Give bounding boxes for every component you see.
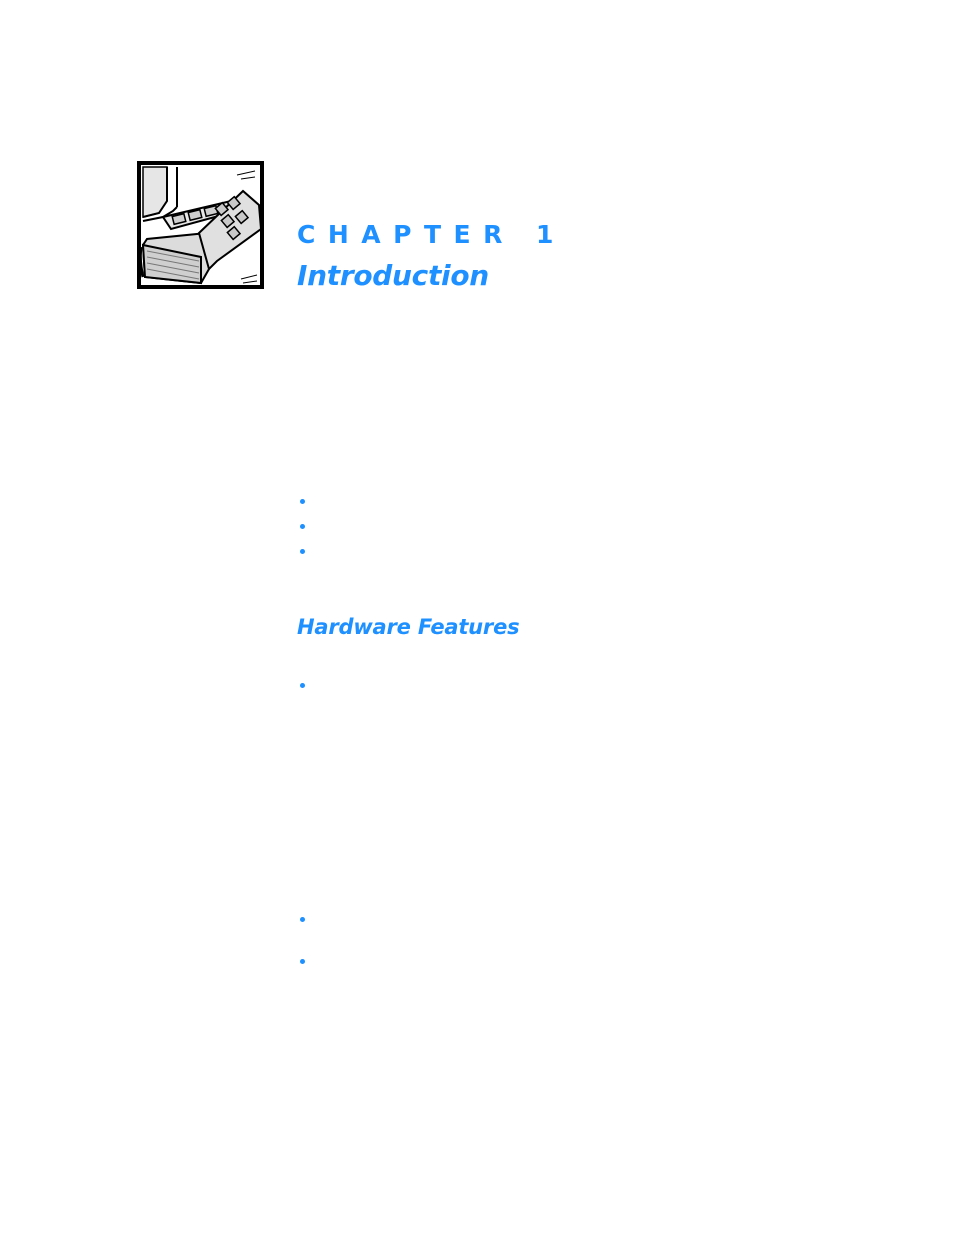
intro-list-bullet bbox=[300, 524, 305, 529]
hardware-list-bullet bbox=[300, 959, 305, 964]
chapter-icon bbox=[137, 161, 264, 289]
hardware-list-bullet bbox=[300, 683, 305, 688]
chapter-title: Introduction bbox=[297, 259, 489, 292]
intro-list-bullet bbox=[300, 549, 305, 554]
hardware-list-bullet bbox=[300, 917, 305, 922]
book-and-circuit-board-icon bbox=[137, 161, 264, 289]
intro-list-bullet bbox=[300, 499, 305, 504]
chapter-label: CHAPTER 1 bbox=[297, 220, 566, 249]
section-heading-hardware-features: Hardware Features bbox=[297, 615, 520, 639]
